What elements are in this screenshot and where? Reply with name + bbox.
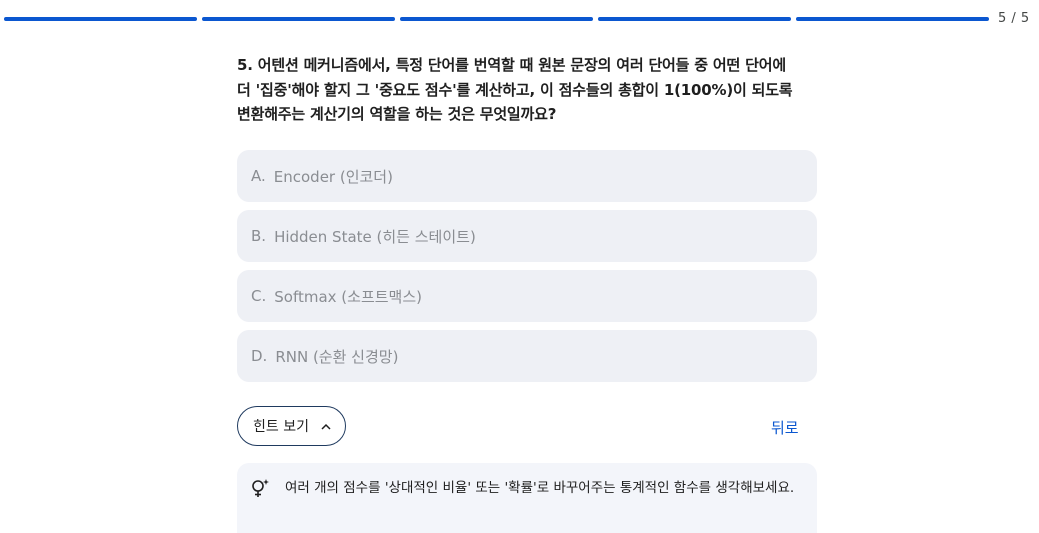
option-letter: A. [251, 167, 266, 185]
question-line: 5. 어텐션 메커니즘에서, 특정 단어를 번역할 때 원본 문장의 여러 단어… [237, 56, 786, 74]
option-letter: C. [251, 287, 267, 305]
question-text: 5. 어텐션 메커니즘에서, 특정 단어를 번역할 때 원본 문장의 여러 단어… [237, 53, 822, 127]
option-label: Hidden State (히든 스테이트) [274, 227, 476, 246]
option-letter: D. [251, 347, 268, 365]
hint-button-label: 힌트 보기 [253, 419, 309, 435]
hint-text: 여러 개의 점수를 '상대적인 비율' 또는 '확률'로 바꾸어주는 통계적인 … [285, 480, 795, 496]
show-hint-button[interactable]: 힌트 보기 [237, 406, 346, 446]
lightbulb-sparkle-icon [251, 478, 271, 500]
hint-panel: 여러 개의 점수를 '상대적인 비율' 또는 '확률'로 바꾸어주는 통계적인 … [237, 463, 817, 533]
back-button[interactable]: 뒤로 [771, 417, 799, 438]
progress-segment [4, 17, 197, 21]
option-label: Encoder (인코더) [273, 167, 393, 186]
option-label: Softmax (소프트맥스) [274, 287, 423, 306]
answer-option-d[interactable]: D. RNN (순환 신경망) [237, 330, 817, 382]
progress-segment [400, 17, 593, 21]
question-line: 변환해주는 계산기의 역할을 하는 것은 무엇일까요? [237, 105, 557, 123]
progress-segment [598, 17, 791, 21]
answer-option-a[interactable]: A. Encoder (인코더) [237, 150, 817, 202]
progress-bar [4, 17, 989, 21]
progress-segment [796, 17, 989, 21]
option-letter: B. [251, 227, 267, 245]
answer-option-b[interactable]: B. Hidden State (히든 스테이트) [237, 210, 817, 262]
answer-option-c[interactable]: C. Softmax (소프트맥스) [237, 270, 817, 322]
progress-segment [202, 17, 395, 21]
question-line: 더 '집중'해야 할지 그 '중요도 점수'를 계산하고, 이 점수들의 총합이… [237, 80, 793, 99]
option-label: RNN (순환 신경망) [275, 347, 399, 366]
question-counter: 5 / 5 [998, 11, 1030, 26]
chevron-up-icon [321, 418, 331, 434]
